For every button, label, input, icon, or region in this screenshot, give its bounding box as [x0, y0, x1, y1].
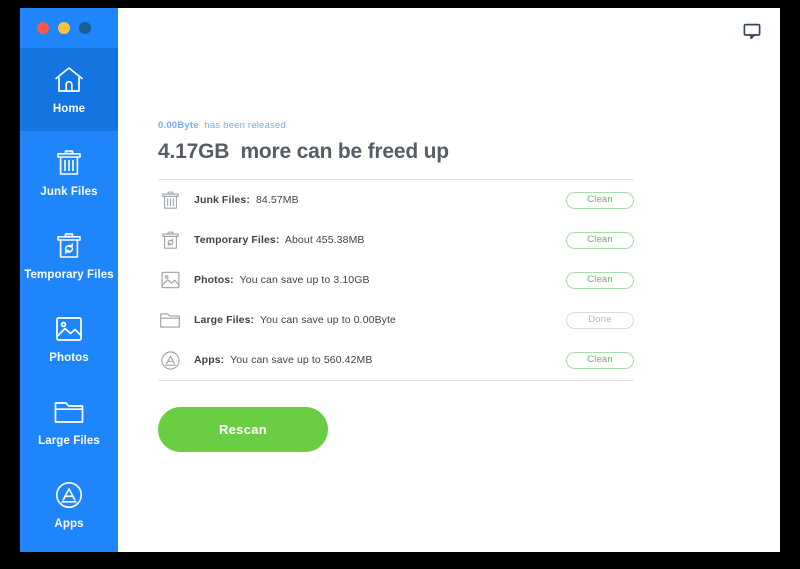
rescan-button-container: Rescan — [158, 407, 758, 452]
list-item: Photos: You can save up to 3.10GB Clean — [158, 260, 634, 300]
rescan-button[interactable]: Rescan — [158, 407, 328, 452]
sidebar-item-label: Junk Files — [40, 186, 98, 199]
chat-bubble-icon[interactable] — [740, 19, 764, 43]
list-item: Junk Files: 84.57MB Clean — [158, 180, 634, 220]
clean-button-photos[interactable]: Clean — [566, 271, 634, 289]
sidebar-item-label: Photos — [49, 352, 89, 365]
done-button-large-files[interactable]: Done — [566, 311, 634, 329]
close-button[interactable] — [37, 22, 49, 34]
window-titlebar — [20, 8, 118, 48]
sidebar-item-junk-files[interactable]: Junk Files — [20, 131, 118, 214]
sidebar-item-temporary-files[interactable]: Temporary Files — [20, 214, 118, 297]
app-store-icon — [158, 348, 182, 372]
released-suffix: has been released — [198, 120, 286, 131]
list-item-text: Large Files: You can save up to 0.00Byte — [194, 314, 396, 326]
list-item-label: Temporary Files: — [194, 234, 280, 246]
list-item: Apps: You can save up to 560.42MB Clean — [158, 340, 634, 380]
divider-bottom — [158, 380, 634, 381]
sidebar-item-label: Apps — [54, 518, 84, 531]
list-item-text: Temporary Files: About 455.38MB — [194, 234, 365, 246]
house-icon — [52, 63, 86, 97]
sidebar-item-label: Large Files — [38, 435, 100, 448]
released-amount: 0.00Byte — [158, 120, 199, 131]
list-item-label: Photos: — [194, 274, 234, 286]
list-item-text: Photos: You can save up to 3.10GB — [194, 274, 370, 286]
list-item: Large Files: You can save up to 0.00Byte… — [158, 300, 634, 340]
sidebar-item-apps[interactable]: Apps — [20, 463, 118, 546]
photo-icon — [158, 268, 182, 292]
app-window: Home Junk Files Temporary Files Photos L… — [20, 8, 780, 552]
scan-results-list: Junk Files: 84.57MB Clean Temporary File… — [158, 180, 634, 380]
sidebar-item-photos[interactable]: Photos — [20, 297, 118, 380]
photo-icon — [52, 312, 86, 346]
list-item-text: Apps: You can save up to 560.42MB — [194, 354, 373, 366]
zoom-button[interactable] — [79, 22, 91, 34]
clean-button-apps[interactable]: Clean — [566, 351, 634, 369]
list-item-value: You can save up to 3.10GB — [233, 274, 370, 286]
main-content: 0.00Byte has been released 4.17GB more c… — [118, 8, 780, 552]
clean-button-junk-files[interactable]: Clean — [566, 191, 634, 209]
sidebar-item-large-files[interactable]: Large Files — [20, 380, 118, 463]
trash-icon — [158, 188, 182, 212]
list-item: Temporary Files: About 455.38MB Clean — [158, 220, 634, 260]
list-item-value: You can save up to 0.00Byte — [254, 314, 396, 326]
sidebar-item-label: Temporary Files — [24, 269, 114, 282]
sidebar: Home Junk Files Temporary Files Photos L… — [20, 8, 118, 552]
list-item-text: Junk Files: 84.57MB — [194, 194, 299, 206]
app-store-icon — [52, 478, 86, 512]
trash-icon — [52, 146, 86, 180]
list-item-value: 84.57MB — [249, 194, 299, 206]
recycle-trash-icon — [158, 228, 182, 252]
minimize-button[interactable] — [58, 22, 70, 34]
sidebar-item-label: Home — [52, 103, 86, 116]
list-item-label: Apps: — [194, 354, 225, 366]
list-item-value: You can save up to 560.42MB — [224, 354, 373, 366]
folder-icon — [158, 308, 182, 332]
recycle-trash-icon — [52, 229, 86, 263]
list-item-label: Junk Files: — [194, 194, 250, 206]
page-title: 4.17GB more can be freed up — [158, 140, 449, 163]
list-item-label: Large Files: — [194, 314, 255, 326]
clean-button-temporary-files[interactable]: Clean — [566, 231, 634, 249]
released-status: 0.00Byte has been released — [158, 120, 758, 131]
list-item-value: About 455.38MB — [279, 234, 365, 246]
home-panel: 0.00Byte has been released 4.17GB more c… — [158, 120, 758, 452]
sidebar-item-home[interactable]: Home — [20, 48, 118, 131]
folder-icon — [52, 395, 86, 429]
